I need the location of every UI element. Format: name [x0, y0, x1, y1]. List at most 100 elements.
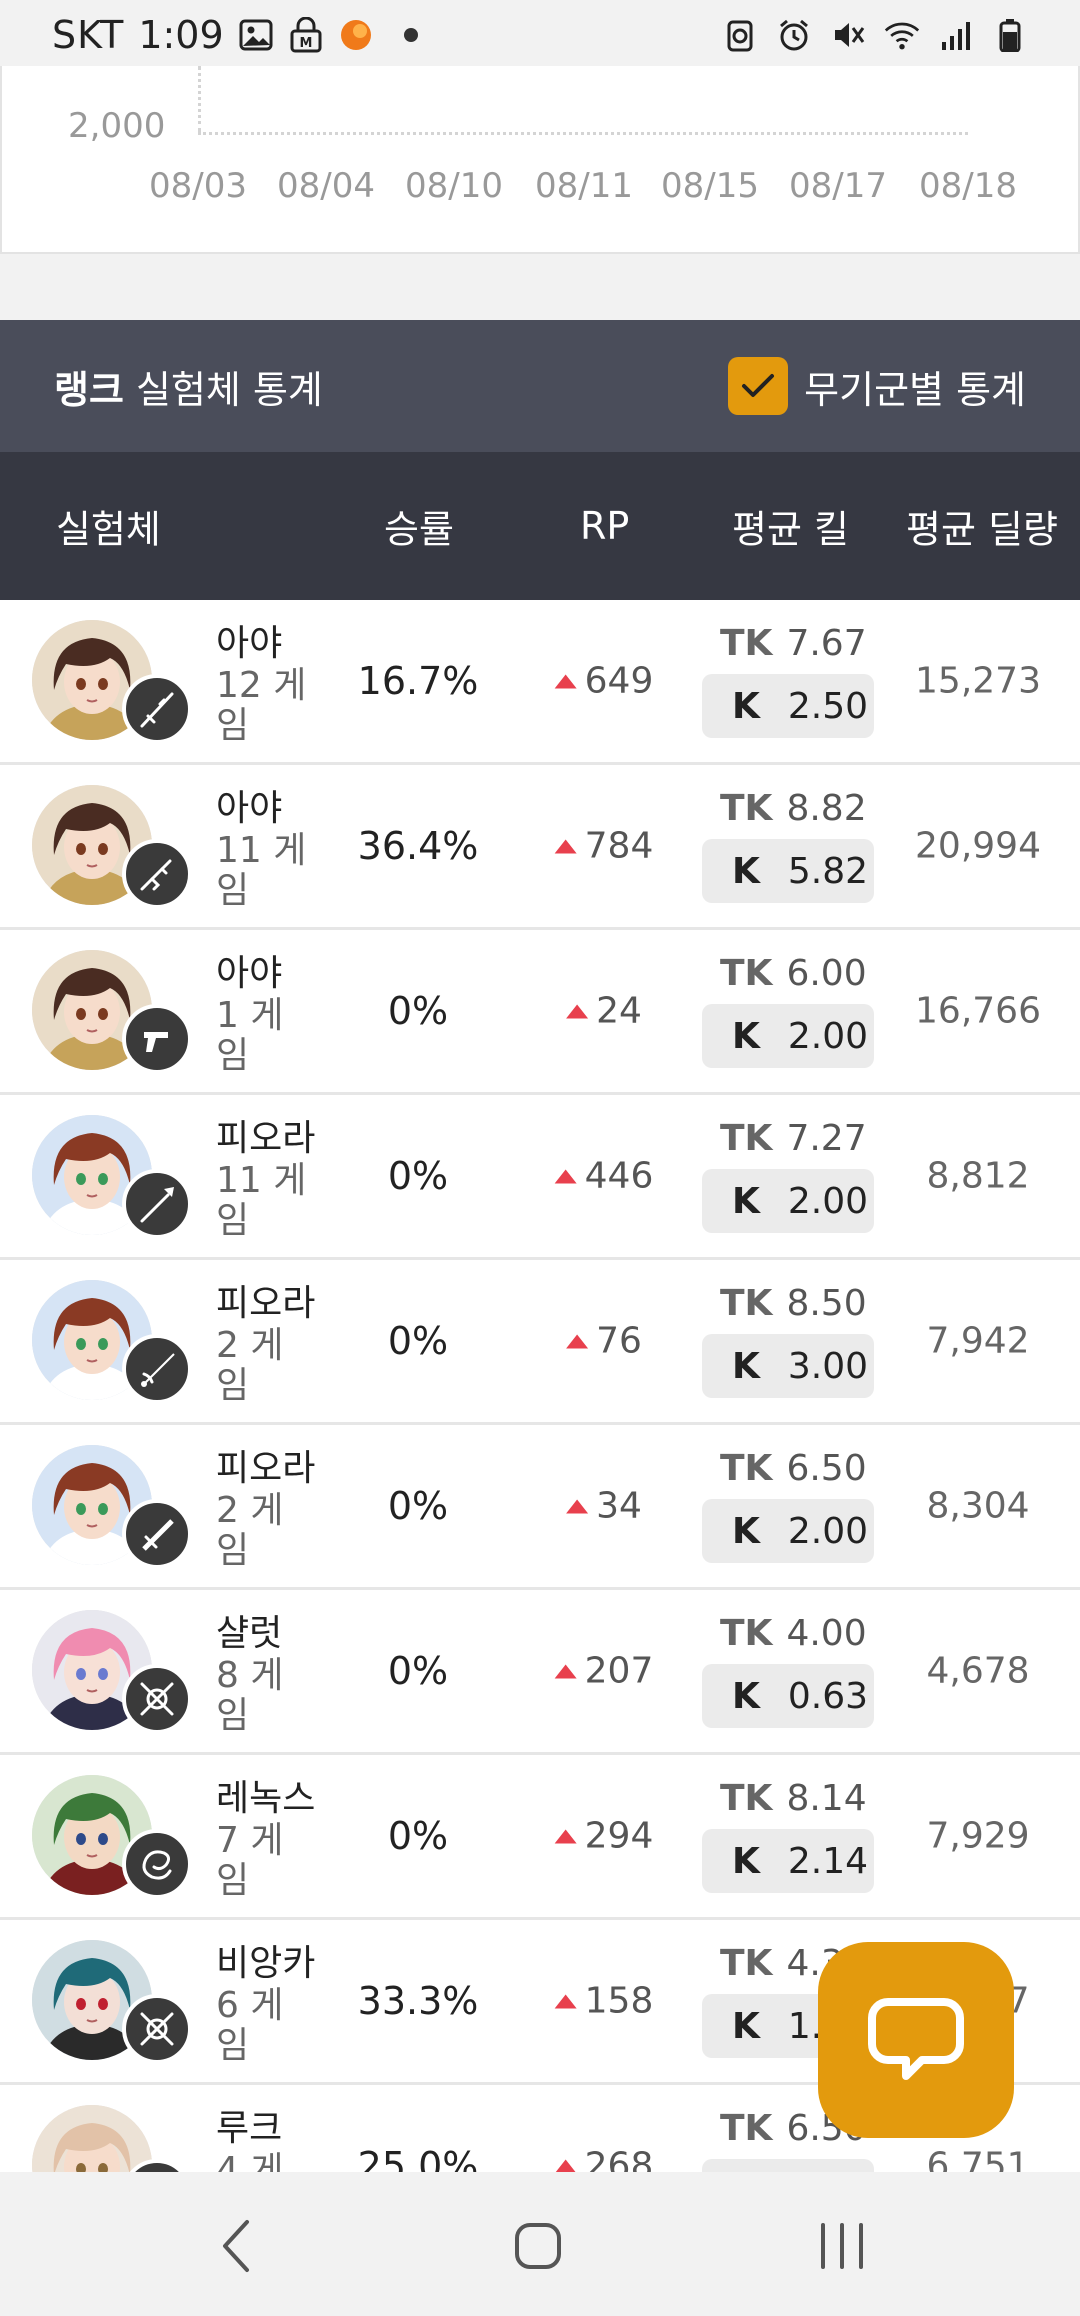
avg-damage-value: 8,812	[926, 1155, 1030, 1197]
column-header-winrate[interactable]: 승률	[384, 499, 454, 554]
avg-damage-value: 16,766	[915, 990, 1041, 1032]
rp-up-arrow-icon	[566, 1499, 589, 1513]
winrate-value: 0%	[387, 1484, 449, 1528]
weapon-stats-toggle[interactable]: 무기군별 통계	[728, 357, 1026, 415]
avg-damage-value: 8,304	[926, 1485, 1030, 1527]
recent-apps-button[interactable]	[812, 2216, 872, 2276]
column-header-rp[interactable]: RP	[580, 504, 629, 548]
tk-label: TK	[720, 1117, 773, 1159]
rp-value: 24	[596, 990, 642, 1032]
avg-kill-cell: TK 7.27 K 2.00	[702, 1113, 874, 1233]
k-label: K	[732, 850, 760, 892]
tk-label: TK	[720, 1942, 773, 1984]
weapon-stats-checkbox[interactable]	[728, 357, 789, 415]
table-header: 실험체 승률 RP 평균 킬 평균 딜량	[0, 452, 1080, 600]
avg-damage-value: 15,273	[915, 660, 1041, 702]
rp-up-arrow-icon	[554, 674, 577, 688]
tk-label: TK	[720, 1777, 773, 1819]
home-icon	[515, 2223, 561, 2269]
table-row[interactable]: 레녹스 7 게임 0% 294 TK 8.14 K 2.14 7,929	[0, 1755, 1080, 1920]
k-label: K	[732, 2005, 760, 2047]
mute-icon	[830, 17, 866, 53]
games-played: 8 게임	[216, 1655, 284, 1736]
chart-y-tick: 2,000	[68, 106, 166, 146]
avg-damage-value: 20,994	[915, 825, 1041, 867]
tk-value: 8.82	[786, 787, 867, 829]
character-name: 레녹스	[216, 1778, 316, 1819]
tk-label: TK	[720, 952, 773, 994]
character-stats-list[interactable]: 아야 12 게임 16.7% 649 TK 7.67 K 2.50 15,273 아야 11 게임 3…	[0, 600, 1080, 2172]
team-kill-line: TK 7.67	[702, 618, 874, 668]
k-label: K	[732, 685, 760, 727]
kill-line: K 2.00	[702, 1499, 874, 1563]
k-label: K	[732, 1675, 760, 1717]
kill-line: K 2.50	[702, 674, 874, 738]
winrate-value: 0%	[387, 989, 449, 1033]
carrier-label: SKT	[52, 13, 125, 57]
tk-value: 4.00	[786, 1612, 867, 1654]
k-value: 2.50	[787, 685, 869, 727]
lock-icon: M	[288, 17, 324, 53]
winrate-value: 36.4%	[357, 824, 479, 868]
tk-value: 8.50	[786, 1282, 867, 1324]
character-name: 루크	[216, 2108, 283, 2149]
k-value: 3.00	[787, 1345, 869, 1387]
pistol-icon	[122, 1004, 192, 1074]
winrate-value: 0%	[387, 1814, 449, 1858]
column-header-character[interactable]: 실험체	[56, 499, 161, 554]
tk-label: TK	[720, 1612, 773, 1654]
games-played: 4 게임	[216, 2150, 284, 2173]
back-icon	[223, 2220, 249, 2272]
clock: 1:09	[138, 13, 224, 57]
battery-icon	[992, 17, 1028, 53]
k-label: K	[732, 1840, 760, 1882]
rp-value: 158	[584, 1980, 654, 2022]
table-row[interactable]: 샬럿 8 게임 0% 207 TK 4.00 K 0.63 4,678	[0, 1590, 1080, 1755]
back-button[interactable]	[206, 2216, 266, 2276]
weapon-stats-label[interactable]: 무기군별 통계	[804, 359, 1026, 414]
k-value: 2.14	[787, 1840, 869, 1882]
kill-line: K 0.63	[702, 1664, 874, 1728]
kill-line: K1.75	[702, 2159, 874, 2172]
kill-line: K 2.14	[702, 1829, 874, 1893]
table-row[interactable]: 피오라 2 게임 0% 34 TK 6.50 K 2.00 8,304	[0, 1425, 1080, 1590]
avg-damage-value: 4,678	[926, 1650, 1030, 1692]
assault-rifle-icon	[122, 839, 192, 909]
avg-kill-cell: TK 4.00 K 0.63	[702, 1608, 874, 1728]
table-row[interactable]: 아야 12 게임 16.7% 649 TK 7.67 K 2.50 15,273	[0, 600, 1080, 765]
tk-value: 7.67	[786, 622, 867, 664]
chart-x-tick: 08/15	[661, 166, 759, 206]
team-kill-line: TK 6.00	[702, 948, 874, 998]
rp-change: 649	[554, 661, 653, 702]
rp-up-arrow-icon	[554, 1829, 577, 1843]
games-played: 1 게임	[216, 995, 284, 1076]
home-button[interactable]	[508, 2216, 568, 2276]
avg-damage-value: 7,929	[926, 1815, 1030, 1857]
avg-kill-cell: TK 6.00 K 2.00	[702, 948, 874, 1068]
arcana-icon	[122, 1664, 192, 1734]
rp-change: 158	[554, 1980, 654, 2022]
chart-x-tick: 08/11	[535, 166, 633, 206]
svg-text:M: M	[299, 36, 312, 51]
tk-value: 8.14	[786, 1777, 867, 1819]
table-row[interactable]: 아야 11 게임 36.4% 784 TK 8.82 K 5.82 20,994	[0, 765, 1080, 930]
column-header-avg-damage[interactable]: 평균 딜량	[906, 499, 1058, 554]
column-header-avg-kill[interactable]: 평균 킬	[732, 499, 849, 554]
team-kill-line: TK 8.82	[702, 783, 874, 833]
team-kill-line: TK 8.50	[702, 1278, 874, 1328]
chart-x-tick: 08/18	[919, 166, 1017, 206]
table-row[interactable]: 피오라 11 게임 0% 446 TK 7.27 K 2.00 8,812	[0, 1095, 1080, 1260]
k-label: K	[732, 1510, 760, 1552]
table-row[interactable]: 피오라 2 게임 0% 76 TK 8.50 K 3.00 7,942	[0, 1260, 1080, 1425]
status-bar: SKT 1:09 M	[0, 0, 1080, 70]
avg-kill-cell: TK 7.67 K 2.50	[702, 618, 874, 738]
tk-label: TK	[720, 1282, 773, 1324]
arcana-icon	[122, 1994, 192, 2064]
rp-up-arrow-icon	[554, 2159, 577, 2172]
table-row[interactable]: 아야 1 게임 0% 24 TK 6.00 K 2.00 16,766	[0, 930, 1080, 1095]
rp-up-arrow-icon	[554, 1994, 577, 2008]
whip-icon	[122, 1829, 192, 1899]
rp-up-arrow-icon	[554, 1169, 577, 1183]
chat-button[interactable]	[818, 1942, 1014, 2138]
rp-up-arrow-icon	[554, 839, 577, 853]
